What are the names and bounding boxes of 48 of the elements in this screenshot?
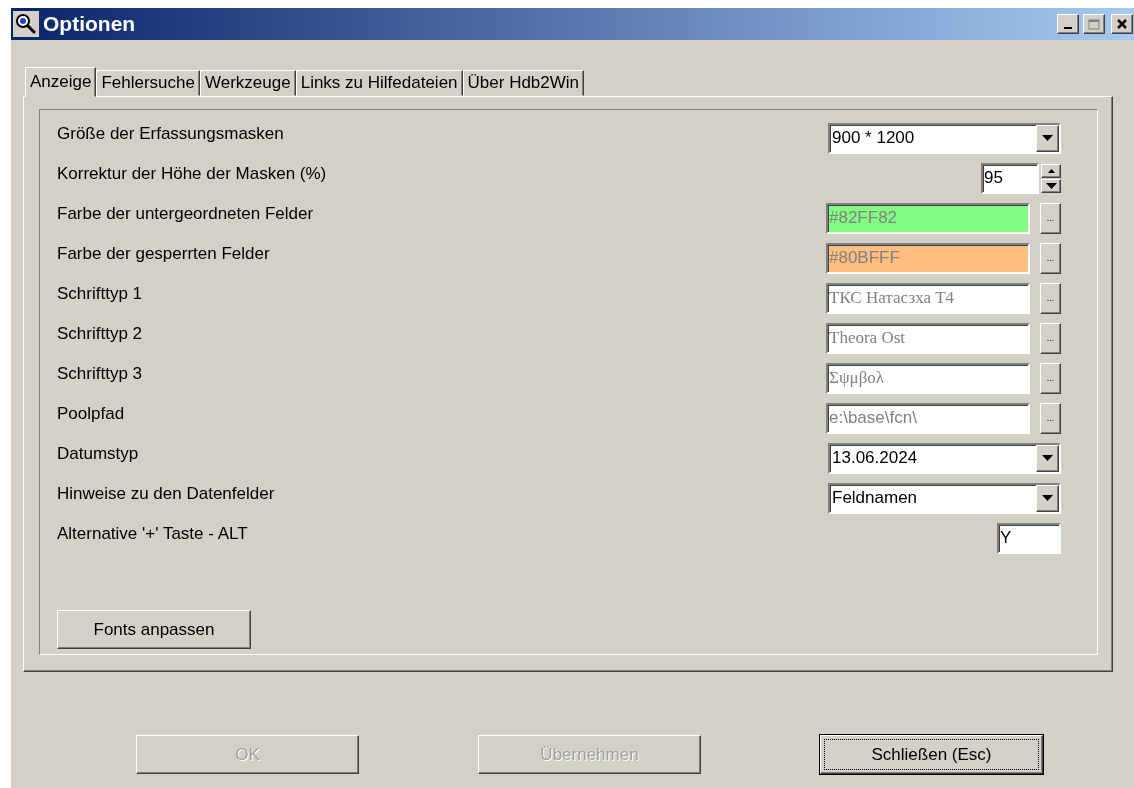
dropdown[interactable]: Feldnamen — [828, 482, 1061, 514]
browse-button[interactable]: ... — [1040, 242, 1061, 274]
tab[interactable]: Links zu Hilfedateien — [295, 70, 463, 96]
setting-label: Schrifttyp 1 — [57, 284, 144, 304]
down-arrow-icon — [1042, 495, 1053, 501]
browse-button[interactable]: ... — [1040, 402, 1061, 434]
tab[interactable]: Werkzeuge — [200, 70, 296, 96]
text-field[interactable]: Y — [997, 522, 1061, 554]
setting-label: Farbe der gesperrten Felder — [57, 244, 271, 264]
down-arrow-icon — [1042, 135, 1053, 141]
fonts-button[interactable]: Fonts anpassen — [57, 610, 251, 649]
setting-label: Farbe der untergeordneten Felder — [57, 204, 315, 224]
browse-button[interactable]: ... — [1040, 322, 1061, 354]
number-field[interactable]: 95 — [981, 162, 1039, 194]
close-icon — [1116, 18, 1128, 30]
text-field[interactable]: Theora Ost — [826, 322, 1030, 354]
text-field[interactable]: ТКС Натасзха Т4 — [826, 282, 1030, 314]
down-arrow-icon — [1045, 182, 1057, 189]
setting-label: Korrektur der Höhe der Masken (%) — [57, 164, 328, 184]
setting-label: Alternative '+' Taste - ALT — [57, 524, 249, 544]
browse-button[interactable]: ... — [1040, 362, 1061, 394]
browse-button[interactable]: ... — [1040, 282, 1061, 314]
spin-up-button[interactable] — [1041, 163, 1061, 178]
spin-down-button[interactable] — [1041, 178, 1061, 193]
down-arrow-icon — [1042, 455, 1053, 461]
up-arrow-icon — [1047, 168, 1055, 173]
minimize-icon — [1064, 27, 1072, 29]
setting-label: Schrifttyp 3 — [57, 364, 144, 384]
setting-label: Hinweise zu den Datenfelder — [57, 484, 276, 504]
minimize-button[interactable] — [1057, 14, 1079, 34]
text-field[interactable]: Σψμβολ — [826, 362, 1030, 394]
tab[interactable]: Anzeige — [25, 67, 97, 97]
dialog-button[interactable]: Schließen (Esc) — [820, 735, 1043, 774]
setting-label: Poolpfad — [57, 404, 126, 424]
maximize-icon — [1088, 18, 1100, 30]
setting-label: Größe der Erfassungsmasken — [57, 124, 285, 144]
magnifier-icon — [13, 11, 39, 37]
tab[interactable]: Fehlersuche — [96, 70, 200, 96]
browse-button[interactable]: ... — [1040, 202, 1061, 234]
setting-label: Datumstyp — [57, 444, 140, 464]
tab[interactable]: Über Hdb2Win — [462, 70, 585, 96]
window-title: Optionen — [43, 12, 137, 36]
setting-label: Schrifttyp 2 — [57, 324, 144, 344]
dropdown[interactable]: 900 * 1200 — [828, 122, 1061, 154]
close-button[interactable] — [1111, 14, 1133, 34]
dropdown[interactable]: 13.06.2024 — [828, 442, 1061, 474]
text-field[interactable]: e:\base\fcn\ — [826, 402, 1030, 434]
maximize-button[interactable] — [1083, 14, 1105, 34]
